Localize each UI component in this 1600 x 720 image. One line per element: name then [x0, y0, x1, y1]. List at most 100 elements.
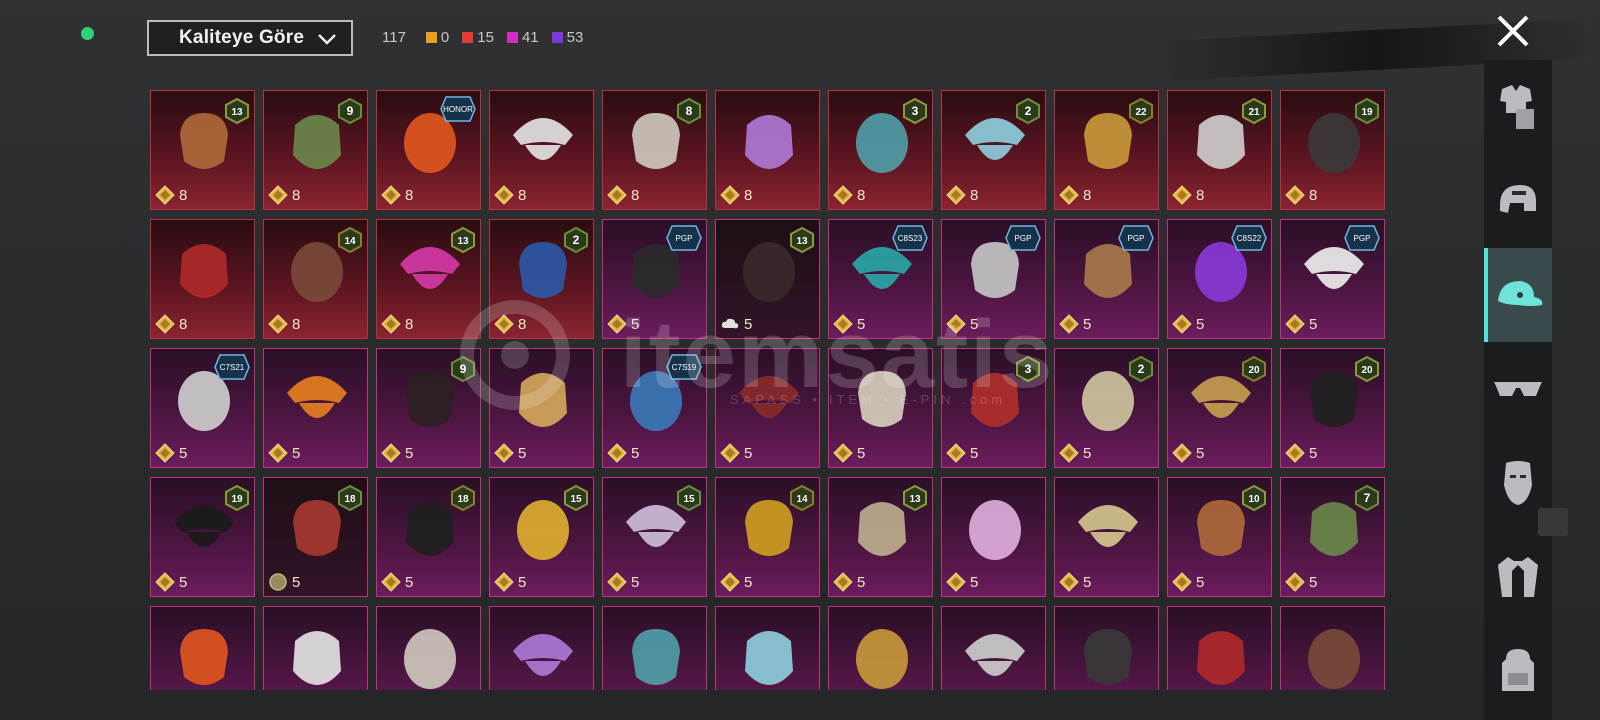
- level-badge: 13: [225, 98, 249, 124]
- item-cost-value: 8: [518, 315, 527, 333]
- sidebar-item-outfit[interactable]: [1484, 60, 1552, 154]
- rarity-count-value: 0: [440, 29, 450, 46]
- item-card[interactable]: C8S23 5: [828, 219, 933, 339]
- item-card[interactable]: 5: [828, 348, 933, 468]
- item-cost: 5: [381, 572, 413, 592]
- item-cost-value: 8: [405, 315, 414, 333]
- jacket-icon: [1498, 557, 1538, 597]
- item-cost-value: 8: [1083, 186, 1092, 204]
- sidebar-item-backpack[interactable]: [1484, 624, 1552, 718]
- season-tag: C7S21: [214, 354, 250, 380]
- item-card[interactable]: 8: [150, 219, 255, 339]
- item-card[interactable]: [941, 606, 1046, 690]
- sidebar-item-jacket[interactable]: [1484, 530, 1552, 624]
- item-card[interactable]: 14 8: [263, 219, 368, 339]
- level-badge-value: 13: [457, 236, 469, 247]
- item-card[interactable]: PGP 5: [602, 219, 707, 339]
- item-card[interactable]: [376, 606, 481, 690]
- item-card[interactable]: 19 8: [1280, 90, 1385, 210]
- item-card[interactable]: 8: [715, 90, 820, 210]
- item-card[interactable]: 15 5: [489, 477, 594, 597]
- item-card[interactable]: 22 8: [1054, 90, 1159, 210]
- item-cost: 5: [833, 572, 865, 592]
- item-card[interactable]: 13 8: [150, 90, 255, 210]
- item-cost: 8: [833, 185, 865, 205]
- item-card[interactable]: 25: [1054, 348, 1159, 468]
- item-card[interactable]: 13 5: [715, 219, 820, 339]
- item-card[interactable]: [1054, 606, 1159, 690]
- item-card[interactable]: PGP 5: [1054, 219, 1159, 339]
- item-card[interactable]: 5: [489, 348, 594, 468]
- season-tag: C8S23: [892, 225, 928, 251]
- item-card[interactable]: 5: [263, 348, 368, 468]
- item-card[interactable]: 35: [941, 348, 1046, 468]
- item-card[interactable]: [1280, 606, 1385, 690]
- item-card[interactable]: 38: [828, 90, 933, 210]
- item-card[interactable]: [1167, 606, 1272, 690]
- item-card[interactable]: 14 5: [715, 477, 820, 597]
- item-card[interactable]: 20 5: [1167, 348, 1272, 468]
- item-card[interactable]: 18 5: [376, 477, 481, 597]
- item-card[interactable]: 98: [263, 90, 368, 210]
- item-thumbnail: [745, 115, 793, 169]
- item-thumbnail: [1308, 629, 1360, 689]
- level-badge: 21: [1242, 98, 1266, 124]
- item-cost: 8: [155, 185, 187, 205]
- item-card[interactable]: 19 5: [150, 477, 255, 597]
- item-card[interactable]: 95: [376, 348, 481, 468]
- item-card[interactable]: 8: [489, 90, 594, 210]
- item-card[interactable]: C8S22 5: [1167, 219, 1272, 339]
- item-card[interactable]: 5: [1054, 477, 1159, 597]
- chevron-down-icon: [318, 34, 336, 45]
- close-icon[interactable]: [1494, 12, 1532, 50]
- item-card[interactable]: [715, 606, 820, 690]
- sidebar-item-glasses[interactable]: [1484, 342, 1552, 436]
- item-thumbnail: [1197, 631, 1245, 685]
- diamond-currency-icon: [833, 572, 853, 592]
- level-badge: 13: [451, 227, 475, 253]
- sidebar-item-helmet[interactable]: [1484, 154, 1552, 248]
- item-card[interactable]: [602, 606, 707, 690]
- item-card[interactable]: 5: [941, 477, 1046, 597]
- level-badge-value: 18: [457, 494, 469, 505]
- rarity-count-red: 15: [462, 29, 494, 46]
- sort-dropdown[interactable]: Kaliteye Göre: [147, 20, 353, 56]
- item-cost: 5: [1172, 572, 1204, 592]
- item-card[interactable]: [263, 606, 368, 690]
- item-card[interactable]: C7S21 5: [150, 348, 255, 468]
- item-card[interactable]: [150, 606, 255, 690]
- item-cost: 5: [720, 443, 752, 463]
- item-card[interactable]: 20 5: [1280, 348, 1385, 468]
- item-thumbnail: [180, 629, 228, 685]
- item-card[interactable]: 13 8: [376, 219, 481, 339]
- diamond-currency-icon: [494, 572, 514, 592]
- item-grid: 13 8 9 8 HONOR 8 8 8 8 8 3 8 2 8 22 8 21 8 19 8 8 14 8 13 8 2 8 PGP…: [150, 90, 1388, 690]
- item-card[interactable]: 28: [941, 90, 1046, 210]
- item-cost: 8: [155, 314, 187, 334]
- item-card[interactable]: 15 5: [602, 477, 707, 597]
- diamond-currency-icon: [381, 572, 401, 592]
- scroll-handle[interactable]: [1538, 508, 1568, 536]
- item-card[interactable]: 21 8: [1167, 90, 1272, 210]
- item-card[interactable]: 88: [602, 90, 707, 210]
- item-cost: 5: [1172, 314, 1204, 334]
- item-card[interactable]: C7S19 5: [602, 348, 707, 468]
- item-card[interactable]: 5: [715, 348, 820, 468]
- item-cost: 8: [494, 185, 526, 205]
- item-card[interactable]: 18 5: [263, 477, 368, 597]
- item-card[interactable]: HONOR 8: [376, 90, 481, 210]
- item-cost: 5: [833, 443, 865, 463]
- item-cost-value: 8: [970, 186, 979, 204]
- item-card[interactable]: [489, 606, 594, 690]
- item-cost-value: 5: [970, 444, 979, 462]
- total-count: 117: [382, 29, 406, 46]
- item-card[interactable]: PGP 5: [941, 219, 1046, 339]
- sidebar-item-cap[interactable]: [1484, 248, 1552, 342]
- backpack-icon: [1502, 649, 1534, 691]
- item-card[interactable]: 10 5: [1167, 477, 1272, 597]
- item-card[interactable]: PGP 5: [1280, 219, 1385, 339]
- item-card[interactable]: 13 5: [828, 477, 933, 597]
- item-card[interactable]: [828, 606, 933, 690]
- item-card[interactable]: 75: [1280, 477, 1385, 597]
- item-card[interactable]: 28: [489, 219, 594, 339]
